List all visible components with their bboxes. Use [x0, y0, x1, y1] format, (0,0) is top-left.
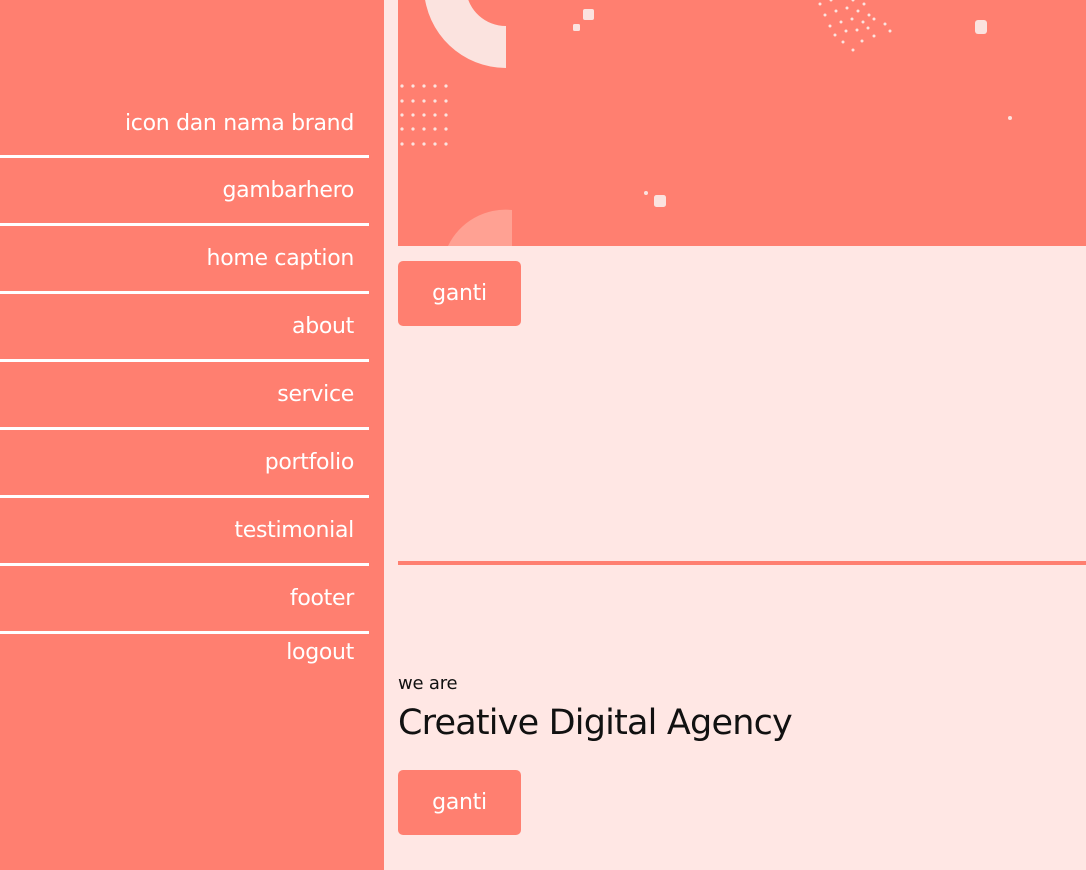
sidebar-item-testimonial[interactable]: testimonial: [0, 498, 369, 566]
hero-image: [398, 0, 1086, 246]
button-label: ganti: [432, 281, 487, 306]
section-divider: [398, 561, 1086, 565]
replace-hero-image-button[interactable]: ganti: [398, 261, 521, 326]
sidebar-item-about[interactable]: about: [0, 294, 369, 362]
sidebar-item-label: gambarhero: [222, 178, 355, 203]
sidebar-item-label: about: [292, 314, 354, 339]
sidebar-item-footer[interactable]: footer: [0, 566, 369, 634]
sidebar-item-gambarhero[interactable]: gambarhero: [0, 158, 369, 226]
sidebar-item-label: home caption: [206, 246, 355, 271]
hero-decoration-graphic: [398, 0, 1086, 246]
button-label: ganti: [432, 790, 487, 815]
sidebar-item-label: icon dan nama brand: [124, 110, 354, 136]
sidebar-item-label: footer: [289, 586, 354, 611]
sidebar-item-brand[interactable]: icon dan nama brand: [0, 91, 369, 158]
sidebar-item-portfolio[interactable]: portfolio: [0, 430, 369, 498]
logout-label: logout: [286, 639, 354, 665]
sidebar: icon dan nama brand gambarhero home capt…: [0, 0, 384, 870]
caption-headline: Creative Digital Agency: [398, 703, 793, 743]
sidebar-item-label: portfolio: [264, 450, 355, 475]
replace-caption-button[interactable]: ganti: [398, 770, 521, 835]
logout-link[interactable]: logout: [0, 635, 369, 669]
sidebar-item-home-caption[interactable]: home caption: [0, 226, 369, 294]
caption-kicker: we are: [398, 673, 458, 694]
sidebar-item-label: testimonial: [234, 518, 354, 543]
sidebar-item-label: service: [277, 382, 354, 407]
sidebar-item-service[interactable]: service: [0, 362, 369, 430]
